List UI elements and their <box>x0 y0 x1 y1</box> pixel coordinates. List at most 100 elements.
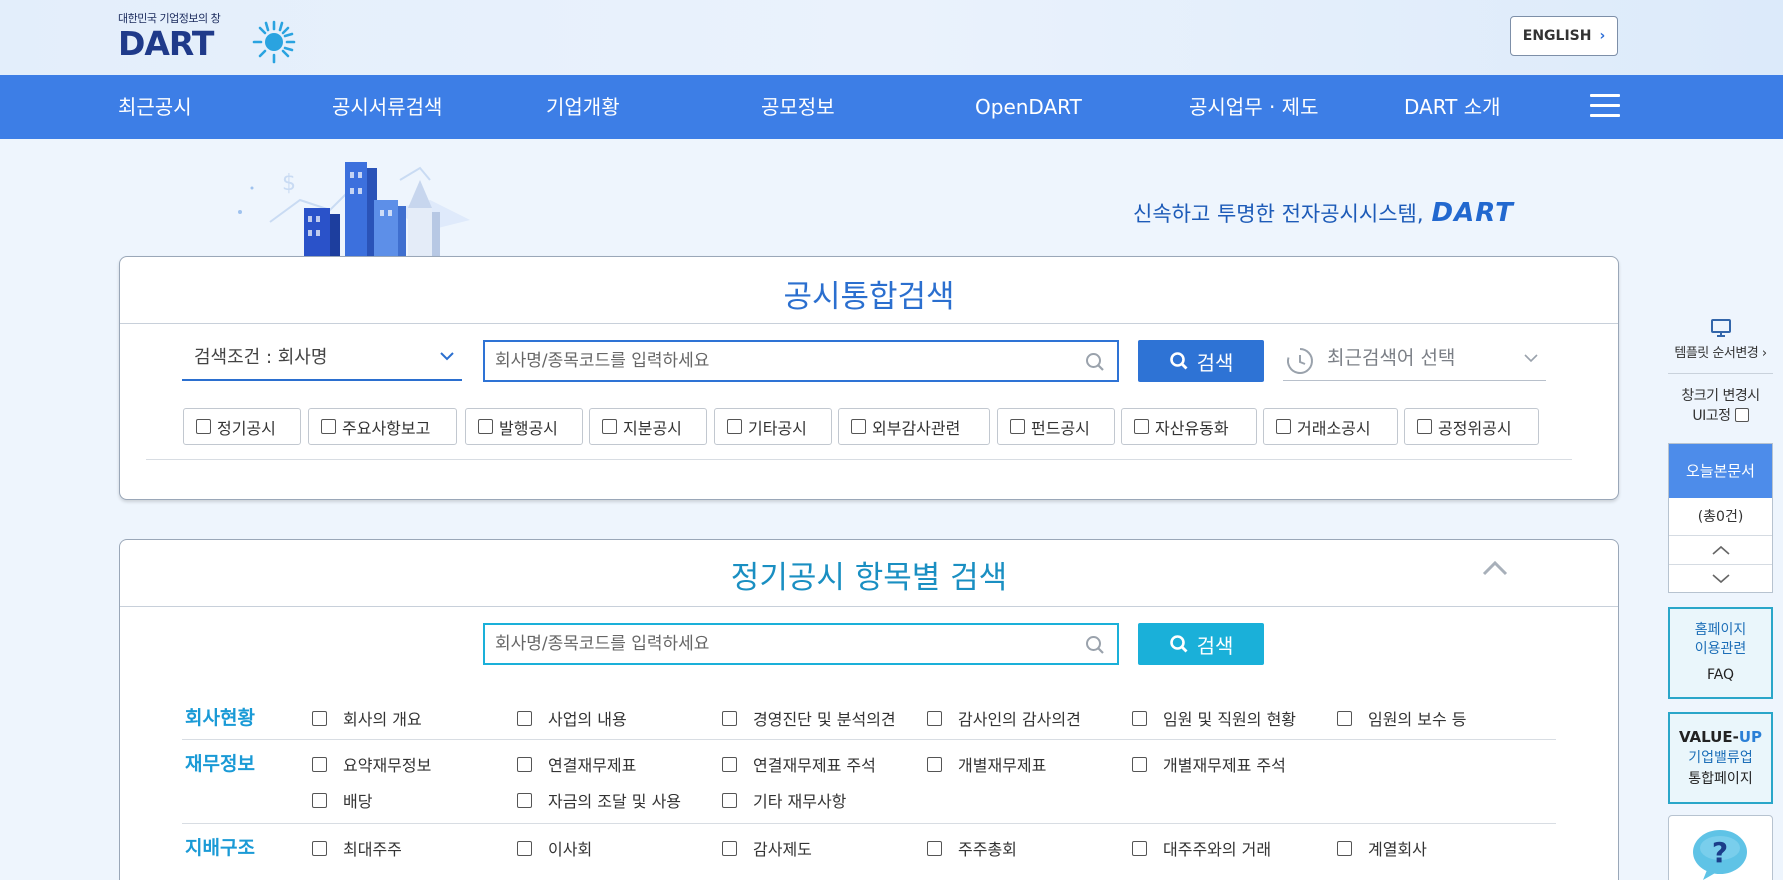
item-auditor-opinion[interactable]: 감사인의 감사의견 <box>927 706 1081 730</box>
item-consolidated-notes[interactable]: 연결재무제표 주석 <box>722 752 876 776</box>
nav-item-company[interactable]: 기업개황 <box>546 75 620 139</box>
filter-label: 기타공시 <box>748 418 807 438</box>
slogan-brand: DART <box>1431 198 1514 228</box>
nav-item-about[interactable]: DART 소개 <box>1404 75 1501 139</box>
checkbox[interactable] <box>602 419 617 434</box>
item-consolidated-fs[interactable]: 연결재무제표 <box>517 752 636 776</box>
item-funding[interactable]: 자금의 조달 및 사용 <box>517 788 681 812</box>
checkbox[interactable] <box>321 419 336 434</box>
item-largest-shareholder[interactable]: 최대주주 <box>312 836 402 860</box>
integrated-search-input-box[interactable] <box>483 340 1119 382</box>
today-docs-up[interactable] <box>1669 536 1772 565</box>
hamburger-icon[interactable] <box>1590 94 1620 118</box>
checkbox[interactable] <box>312 756 327 772</box>
today-docs-down[interactable] <box>1669 565 1772 594</box>
checkbox[interactable] <box>1132 710 1147 726</box>
item-major-shareholder-tx[interactable]: 대주주와의 거래 <box>1132 836 1271 860</box>
item-label: 연결재무제표 주석 <box>753 756 876 775</box>
checkbox[interactable] <box>517 840 532 856</box>
checkbox[interactable] <box>1337 840 1352 856</box>
item-shareholders-meeting[interactable]: 주주총회 <box>927 836 1017 860</box>
search-condition-select[interactable]: 검색조건 : 회사명 <box>182 337 462 381</box>
english-button[interactable]: ENGLISH › <box>1510 16 1618 56</box>
item-summary-fin[interactable]: 요약재무정보 <box>312 752 431 776</box>
integrated-search-button[interactable]: 검색 <box>1138 340 1264 382</box>
value-up-sub: 기업밸류업 <box>1688 750 1753 766</box>
today-docs-count: (총0건) <box>1669 498 1772 536</box>
value-up-label: VALUE- <box>1678 728 1739 746</box>
item-board[interactable]: 이사회 <box>517 836 592 860</box>
caret-up-icon[interactable] <box>1480 558 1510 578</box>
filter-major[interactable]: 주요사항보고 <box>308 408 457 445</box>
value-up-button[interactable]: VALUE-UP 기업밸류업 통합페이지 <box>1668 712 1773 804</box>
checkbox[interactable] <box>517 756 532 772</box>
ui-fix-checkbox[interactable] <box>1734 408 1749 422</box>
ui-fix-toggle[interactable]: 창크기 변경시 UI고정 <box>1668 386 1773 426</box>
filter-label: 외부감사관련 <box>872 418 961 438</box>
item-separate-notes[interactable]: 개별재무제표 주석 <box>1132 752 1286 776</box>
checkbox[interactable] <box>927 756 942 772</box>
homepage-label: 홈페이지 <box>1694 622 1747 638</box>
nav-item-ipo[interactable]: 공모정보 <box>761 75 835 139</box>
item-mgmt-analysis[interactable]: 경영진단 및 분석의견 <box>722 706 896 730</box>
checkbox[interactable] <box>1417 419 1432 434</box>
checkbox[interactable] <box>517 710 532 726</box>
dart-logo[interactable]: 대한민국 기업정보의 창 DART <box>118 10 298 64</box>
checkbox[interactable] <box>727 419 742 434</box>
value-up-accent: UP <box>1738 728 1763 746</box>
checkbox[interactable] <box>312 710 327 726</box>
checkbox[interactable] <box>927 840 942 856</box>
help-icon: ? <box>1693 830 1747 880</box>
checkbox[interactable] <box>927 710 942 726</box>
periodic-search-input-box[interactable] <box>483 623 1119 665</box>
filter-other[interactable]: 기타공시 <box>714 408 832 445</box>
filter-exchange[interactable]: 거래소공시 <box>1263 408 1398 445</box>
integrated-search-input[interactable] <box>485 342 1117 380</box>
today-docs-header[interactable]: 오늘본문서 <box>1669 444 1772 498</box>
nav-item-recent[interactable]: 최근공시 <box>118 75 192 139</box>
filter-equity[interactable]: 지분공시 <box>589 408 707 445</box>
item-exec-compensation[interactable]: 임원의 보수 등 <box>1337 706 1467 730</box>
item-affiliates[interactable]: 계열회사 <box>1337 836 1427 860</box>
recent-search-select[interactable]: 최근검색어 선택 <box>1283 337 1546 381</box>
filter-audit[interactable]: 외부감사관련 <box>838 408 990 445</box>
homepage-faq-button[interactable]: 홈페이지 이용관련 FAQ <box>1668 607 1773 699</box>
checkbox[interactable] <box>1134 419 1149 434</box>
item-audit-system[interactable]: 감사제도 <box>722 836 812 860</box>
item-label: 감사제도 <box>753 840 812 859</box>
help-button[interactable]: ? <box>1668 815 1773 880</box>
checkbox[interactable] <box>722 792 737 808</box>
periodic-search-input[interactable] <box>485 625 1117 663</box>
checkbox[interactable] <box>478 419 493 434</box>
checkbox[interactable] <box>1276 419 1291 434</box>
checkbox[interactable] <box>312 792 327 808</box>
checkbox[interactable] <box>1337 710 1352 726</box>
filter-issue[interactable]: 발행공시 <box>465 408 583 445</box>
checkbox[interactable] <box>851 419 866 434</box>
item-company-overview[interactable]: 회사의 개요 <box>312 706 422 730</box>
filter-abs[interactable]: 자산유동화 <box>1121 408 1257 445</box>
checkbox[interactable] <box>312 840 327 856</box>
english-label: ENGLISH <box>1522 28 1592 44</box>
checkbox[interactable] <box>722 710 737 726</box>
item-staff-status[interactable]: 임원 및 직원의 현황 <box>1132 706 1296 730</box>
periodic-search-button[interactable]: 검색 <box>1138 623 1264 665</box>
checkbox[interactable] <box>722 840 737 856</box>
item-dividend[interactable]: 배당 <box>312 788 372 812</box>
nav-item-doc-search[interactable]: 공시서류검색 <box>332 75 442 139</box>
nav-item-system[interactable]: 공시업무 · 제도 <box>1189 75 1318 139</box>
nav-item-opendart[interactable]: OpenDART <box>975 75 1082 139</box>
checkbox[interactable] <box>1010 419 1025 434</box>
filter-regular[interactable]: 정기공시 <box>183 408 301 445</box>
checkbox[interactable] <box>196 419 211 434</box>
checkbox[interactable] <box>1132 840 1147 856</box>
checkbox[interactable] <box>517 792 532 808</box>
filter-fund[interactable]: 펀드공시 <box>997 408 1115 445</box>
item-separate-fs[interactable]: 개별재무제표 <box>927 752 1046 776</box>
filter-ftc[interactable]: 공정위공시 <box>1404 408 1539 445</box>
checkbox[interactable] <box>1132 756 1147 772</box>
item-business[interactable]: 사업의 내용 <box>517 706 627 730</box>
item-other-financial[interactable]: 기타 재무사항 <box>722 788 846 812</box>
checkbox[interactable] <box>722 756 737 772</box>
template-order-button[interactable]: 템플릿 순서변경 › <box>1668 318 1773 368</box>
